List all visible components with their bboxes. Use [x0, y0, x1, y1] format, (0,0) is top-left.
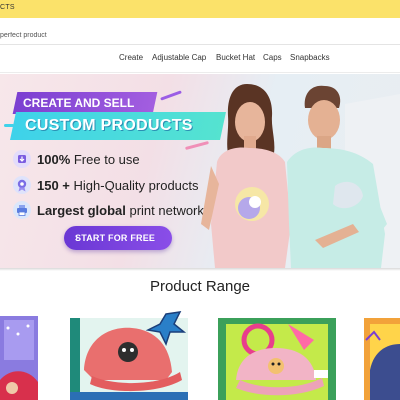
product-card[interactable] — [218, 310, 336, 400]
chevron-right-icon: › — [75, 232, 79, 243]
product-image — [0, 316, 38, 400]
nav-item-bucket-hat[interactable]: Bucket Hat — [216, 53, 255, 62]
feature-text: print network — [125, 203, 204, 218]
decor-line — [160, 90, 182, 101]
hero-divider — [0, 268, 400, 271]
product-image — [218, 318, 336, 400]
product-range-title: Product Range — [149, 278, 251, 295]
feature-network: Largest global print network — [13, 201, 204, 219]
feature-free: 100% Free to use — [13, 150, 193, 168]
headline-line-2: CUSTOM PRODUCTS — [25, 117, 193, 134]
start-for-free-button[interactable]: START FOR FREE › — [64, 226, 172, 250]
nav-item-caps[interactable]: Caps — [263, 53, 282, 62]
search-bar — [0, 27, 400, 45]
feature-text: Free to use — [70, 152, 140, 167]
printer-icon — [13, 201, 31, 219]
category-nav: Create Adjustable Cap Bucket Hat Caps Sn… — [0, 48, 400, 70]
feature-bold: 100% — [37, 152, 71, 167]
feature-text: High-Quality products — [69, 178, 199, 193]
feature-products: 150 + High-Quality products — [13, 176, 203, 194]
nav-divider — [0, 72, 400, 73]
feature-bold: Largest global — [37, 203, 126, 218]
product-image — [364, 318, 400, 400]
product-card[interactable] — [70, 310, 188, 400]
announcement-bar: CTS — [0, 0, 400, 18]
feature-bold: 150 + — [37, 178, 70, 193]
nav-item-snapbacks[interactable]: Snapbacks — [290, 53, 330, 62]
nav-item-create[interactable]: Create — [119, 53, 143, 62]
product-card[interactable] — [0, 310, 40, 400]
badge-icon — [13, 176, 31, 194]
announcement-text: CTS — [0, 4, 15, 11]
headline-line-1: CREATE AND SELL — [23, 96, 135, 110]
headline-banner-main: CUSTOM PRODUCTS — [10, 112, 226, 140]
product-image — [70, 311, 188, 400]
hero-models-image — [201, 84, 400, 268]
search-input[interactable] — [0, 29, 300, 42]
download-icon — [13, 150, 31, 168]
nav-item-adjustable-cap[interactable]: Adjustable Cap — [152, 53, 206, 62]
headline-banner-top: CREATE AND SELL — [12, 92, 158, 114]
product-card[interactable] — [364, 310, 400, 400]
hero-banner[interactable]: CREATE AND SELL CUSTOM PRODUCTS 100% Fre… — [0, 74, 400, 268]
